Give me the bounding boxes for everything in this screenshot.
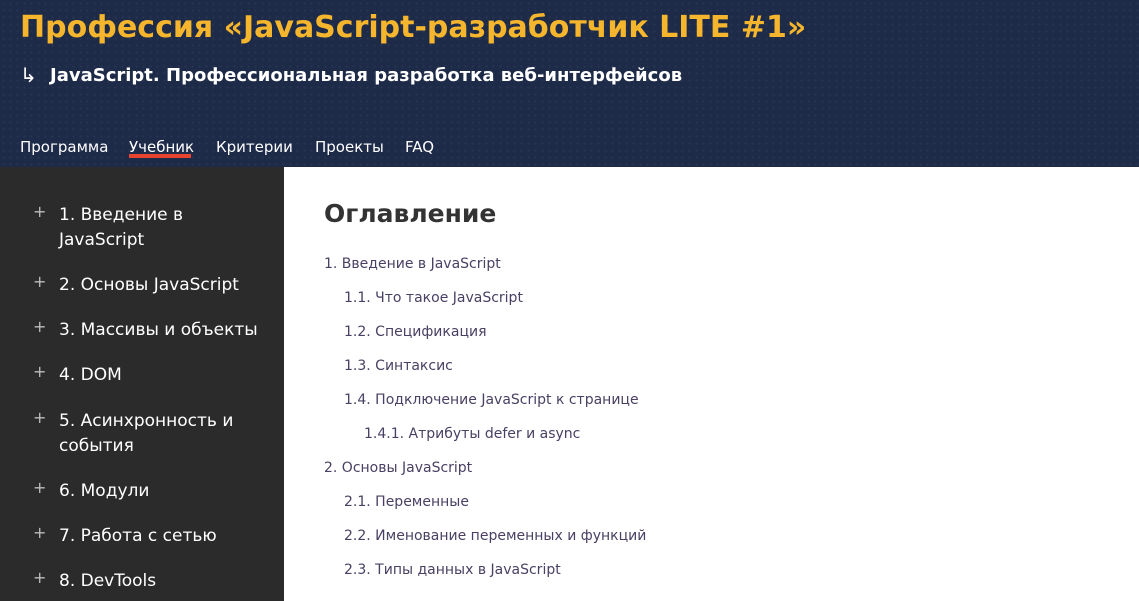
plus-icon[interactable]: + — [33, 524, 46, 542]
plus-icon[interactable]: + — [33, 479, 46, 497]
sidebar-item-devtools[interactable]: + 8. DevTools — [0, 569, 284, 595]
plus-icon[interactable]: + — [33, 318, 46, 336]
sidebar-item-intro[interactable]: + 1. Введение в JavaScript — [0, 203, 284, 255]
plus-icon[interactable]: + — [33, 273, 46, 291]
plus-icon[interactable]: + — [33, 203, 46, 221]
tab-program[interactable]: Программа — [20, 130, 108, 156]
tab-projects[interactable]: Проекты — [315, 130, 384, 156]
main-content: Оглавление 1. Введение в JavaScript 1.1.… — [284, 167, 1139, 601]
toc-link[interactable]: 1.3. Синтаксис — [344, 358, 453, 374]
sidebar-item-modules[interactable]: + 6. Модули — [0, 479, 284, 505]
tab-textbook[interactable]: Учебник — [129, 130, 194, 158]
page-header: Профессия «JavaScript-разработчик LITE #… — [0, 0, 1139, 167]
course-subtitle-text[interactable]: JavaScript. Профессиональная разработка … — [50, 65, 682, 86]
tab-faq[interactable]: FAQ — [405, 130, 445, 156]
toc-link[interactable]: 2.2. Именование переменных и функций — [344, 528, 646, 544]
chapter-sidebar: + 1. Введение в JavaScript + 2. Основы J… — [0, 167, 284, 601]
toc-link[interactable]: 1.4.1. Атрибуты defer и async — [364, 426, 580, 442]
return-arrow-icon: ↳ — [20, 63, 37, 87]
sidebar-item-arrays-objects[interactable]: + 3. Массивы и объекты — [0, 318, 284, 344]
sidebar-item-async-events[interactable]: + 5. Асинхронность и события — [0, 409, 284, 461]
sidebar-item-label: 6. Модули — [59, 481, 150, 501]
toc-link[interactable]: 2.1. Переменные — [344, 494, 469, 510]
sidebar-item-network[interactable]: + 7. Работа с сетью — [0, 524, 284, 550]
sidebar-item-label: 3. Массивы и объекты — [59, 320, 258, 340]
tab-criteria[interactable]: Критерии — [216, 130, 293, 156]
plus-icon[interactable]: + — [33, 569, 46, 587]
toc-title: Оглавление — [324, 199, 497, 228]
toc-link[interactable]: 2. Основы JavaScript — [324, 460, 472, 476]
profession-title: Профессия «JavaScript-разработчик LITE #… — [20, 10, 807, 45]
sidebar-item-label: 1. Введение в JavaScript — [59, 205, 184, 250]
sidebar-item-dom[interactable]: + 4. DOM — [0, 363, 284, 389]
sidebar-item-label: 5. Асинхронность и события — [59, 411, 234, 456]
toc-link[interactable]: 2.3. Типы данных в JavaScript — [344, 562, 561, 578]
toc-link[interactable]: 1.2. Спецификация — [344, 324, 487, 340]
toc-link[interactable]: 1. Введение в JavaScript — [324, 256, 501, 272]
toc-link[interactable]: 1.1. Что такое JavaScript — [344, 290, 523, 306]
sidebar-item-label: 2. Основы JavaScript — [59, 275, 239, 295]
sidebar-item-label: 7. Работа с сетью — [59, 526, 217, 546]
course-subtitle[interactable]: ↳ JavaScript. Профессиональная разработк… — [20, 62, 682, 88]
toc-link[interactable]: 1.4. Подключение JavaScript к странице — [344, 392, 639, 408]
plus-icon[interactable]: + — [33, 409, 46, 427]
sidebar-item-basics[interactable]: + 2. Основы JavaScript — [0, 273, 284, 299]
sidebar-item-label: 8. DevTools — [59, 571, 157, 591]
plus-icon[interactable]: + — [33, 363, 46, 381]
sidebar-item-label: 4. DOM — [59, 365, 122, 385]
